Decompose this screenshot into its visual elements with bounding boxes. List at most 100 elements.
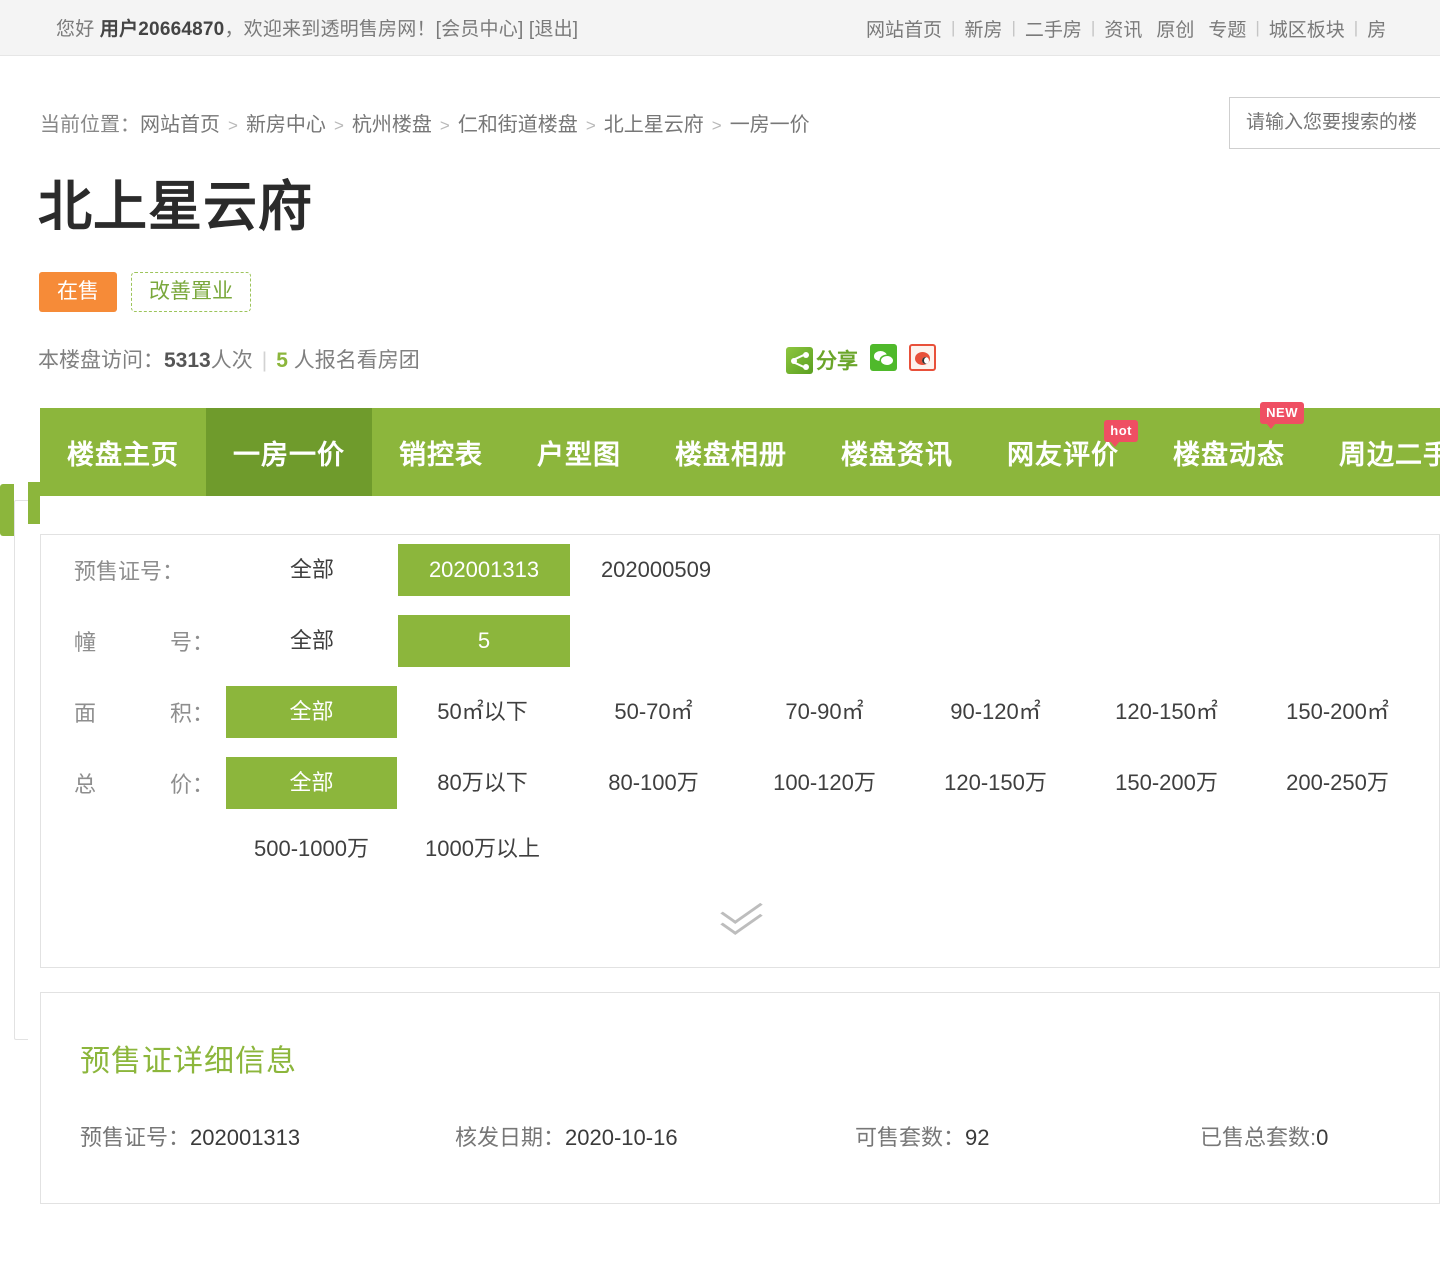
- top-nav-item-3[interactable]: 资讯: [1097, 15, 1149, 42]
- filter-option-price-3[interactable]: 100-120万: [739, 757, 910, 809]
- left-edge-tab[interactable]: [0, 484, 14, 536]
- logout-link[interactable]: 退出: [534, 19, 572, 40]
- breadcrumb-item-3[interactable]: 仁和街道楼盘: [458, 114, 578, 136]
- top-nav-item-4[interactable]: 原创: [1149, 15, 1201, 42]
- tab-1[interactable]: 一房一价: [206, 408, 372, 496]
- available-units-label: 可售套数：: [855, 1125, 966, 1150]
- share-button[interactable]: 分享: [786, 345, 858, 375]
- wechat-icon: [870, 344, 897, 371]
- available-units-value: 92: [965, 1125, 990, 1150]
- filter-option-area-6[interactable]: 150-200㎡: [1252, 686, 1423, 738]
- search-input[interactable]: [1229, 97, 1440, 149]
- visit-stats: 本楼盘访问：5313人次 | 5 人报名看房团: [38, 344, 420, 374]
- sold-units-label: 已售总套数:: [1200, 1125, 1317, 1150]
- tab-5[interactable]: 楼盘资讯: [814, 408, 980, 496]
- filter-option-area-0[interactable]: 全部: [226, 685, 397, 738]
- issue-date-label: 核发日期：: [455, 1125, 566, 1150]
- filter-option-price-extra-1[interactable]: 1000万以上: [397, 823, 568, 875]
- issue-date-value: 2020-10-16: [565, 1125, 678, 1150]
- tab-0[interactable]: 楼盘主页: [40, 408, 206, 496]
- greeting-text: 您好: [56, 19, 95, 40]
- breadcrumb-item-0[interactable]: 网站首页: [140, 114, 220, 136]
- filter-option-building-1[interactable]: 5: [398, 614, 570, 667]
- filter-option-area-4[interactable]: 90-120㎡: [910, 686, 1081, 738]
- visit-unit: 人次: [210, 349, 253, 372]
- tab-3[interactable]: 户型图: [510, 408, 648, 496]
- filter-option-area-3[interactable]: 70-90㎡: [739, 686, 910, 738]
- tab-flag-badge: NEW: [1260, 402, 1304, 429]
- top-nav-separator: |: [1353, 18, 1359, 37]
- username-text: 用户20664870: [99, 19, 225, 40]
- filter-option-price-6[interactable]: 200-250万: [1252, 757, 1423, 809]
- filter-option-price-5[interactable]: 150-200万: [1081, 757, 1252, 809]
- issue-date-cell: 核发日期：2020-10-16: [455, 1120, 855, 1152]
- sold-units-cell: 已售总套数:0: [1200, 1120, 1400, 1152]
- filter-option-price-1[interactable]: 80万以下: [397, 757, 568, 809]
- breadcrumb-item-2[interactable]: 杭州楼盘: [352, 114, 432, 136]
- left-edge-tab-secondary[interactable]: [28, 482, 40, 524]
- tab-label: 网友评价: [1007, 439, 1119, 470]
- top-nav-item-7[interactable]: 房: [1360, 15, 1393, 42]
- weibo-share-button[interactable]: [909, 344, 936, 376]
- top-nav-item-2[interactable]: 二手房: [1018, 15, 1089, 42]
- tab-label: 户型图: [537, 439, 621, 470]
- top-nav-separator: |: [951, 18, 956, 37]
- cert-detail-row: 预售证号：202001313 核发日期：2020-10-16 可售套数：92 已…: [80, 1120, 1400, 1152]
- filter-option-price-0[interactable]: 全部: [226, 756, 397, 809]
- cert-number-cell: 预售证号：202001313: [80, 1120, 455, 1152]
- filter-option-area-1[interactable]: 50㎡以下: [397, 686, 568, 738]
- signup-text: 人报名看房团: [293, 349, 420, 372]
- available-units-cell: 可售套数：92: [855, 1120, 1200, 1152]
- breadcrumb-lead: 当前位置：: [40, 114, 140, 136]
- filter-label-cert: 预售证号：: [74, 558, 185, 584]
- stats-divider: |: [261, 349, 268, 372]
- member-center-link[interactable]: 会员中心: [441, 19, 518, 40]
- breadcrumb-item-5: 一房一价: [729, 114, 810, 136]
- tab-label: 一房一价: [233, 439, 345, 470]
- top-nav-item-1[interactable]: 新房: [957, 15, 1009, 42]
- breadcrumb-item-4[interactable]: 北上星云府: [604, 114, 704, 136]
- top-nav-item-5[interactable]: 专题: [1201, 15, 1253, 42]
- breadcrumb: 当前位置：网站首页 > 新房中心 > 杭州楼盘 > 仁和街道楼盘 > 北上星云府 > 一房一价: [40, 108, 810, 137]
- cert-number-value: 202001313: [190, 1125, 301, 1150]
- filter-option-price-4[interactable]: 120-150万: [910, 757, 1081, 809]
- breadcrumb-separator: >: [333, 116, 344, 135]
- badge-group: 在售 改善置业: [39, 272, 251, 313]
- filter-row-area: 面 积： 全部 50㎡以下 50-70㎡ 70-90㎡ 90-120㎡ 120-150㎡ 1…: [40, 676, 1440, 747]
- tab-2[interactable]: 销控表: [372, 408, 510, 496]
- tab-flag-badge: hot: [1104, 420, 1138, 447]
- breadcrumb-item-1[interactable]: 新房中心: [246, 114, 326, 136]
- tab-label: 周边二手房: [1339, 439, 1440, 470]
- filter-option-cert-0[interactable]: 全部: [226, 544, 398, 596]
- wechat-share-button[interactable]: [870, 344, 897, 376]
- filter-option-area-5[interactable]: 120-150㎡: [1081, 686, 1252, 738]
- filter-option-cert-2[interactable]: 202000509: [570, 544, 742, 596]
- cert-detail-panel: [40, 992, 1440, 1204]
- filter-row-cert: 预售证号： 全部 202001313 202000509: [40, 534, 1440, 605]
- filter-option-area-2[interactable]: 50-70㎡: [568, 686, 739, 738]
- tab-7[interactable]: 楼盘动态 NEW: [1146, 402, 1312, 496]
- filter-label-area-left: 面: [74, 700, 97, 726]
- filter-option-price-extra-0[interactable]: 500-1000万: [226, 823, 397, 875]
- filter-option-cert-1[interactable]: 202001313: [398, 543, 570, 596]
- logout-bracket-close: ]: [572, 19, 579, 40]
- filter-option-price-2[interactable]: 80-100万: [568, 757, 739, 809]
- tab-6[interactable]: 网友评价 hot: [980, 408, 1146, 496]
- user-greeting: 您好 用户20664870，欢迎来到透明售房网！[会员中心] [退出]: [0, 14, 578, 41]
- tab-8[interactable]: 周边二手房: [1312, 408, 1440, 496]
- filter-label-area-right: 积：: [169, 700, 214, 726]
- filter-label-price-right: 价：: [169, 771, 214, 797]
- cert-number-label: 预售证号：: [80, 1125, 191, 1150]
- tab-4[interactable]: 楼盘相册: [648, 408, 814, 496]
- top-utility-bar: 您好 用户20664870，欢迎来到透明售房网！[会员中心] [退出] 网站首页…: [0, 0, 1440, 56]
- top-nav-item-0[interactable]: 网站首页: [866, 15, 949, 42]
- breadcrumb-separator: >: [585, 116, 596, 135]
- breadcrumb-separator: >: [711, 116, 722, 135]
- filter-options-price: 全部 80万以下 80-100万 100-120万 120-150万 150-200万 20…: [226, 756, 1423, 809]
- share-icon: [786, 346, 813, 374]
- expand-filters-button[interactable]: [40, 894, 1440, 935]
- top-nav-item-6[interactable]: 城区板块: [1262, 15, 1352, 42]
- filter-option-building-0[interactable]: 全部: [226, 615, 398, 667]
- filter-label-area: 面 积：: [74, 696, 226, 728]
- tab-label: 楼盘相册: [675, 439, 787, 470]
